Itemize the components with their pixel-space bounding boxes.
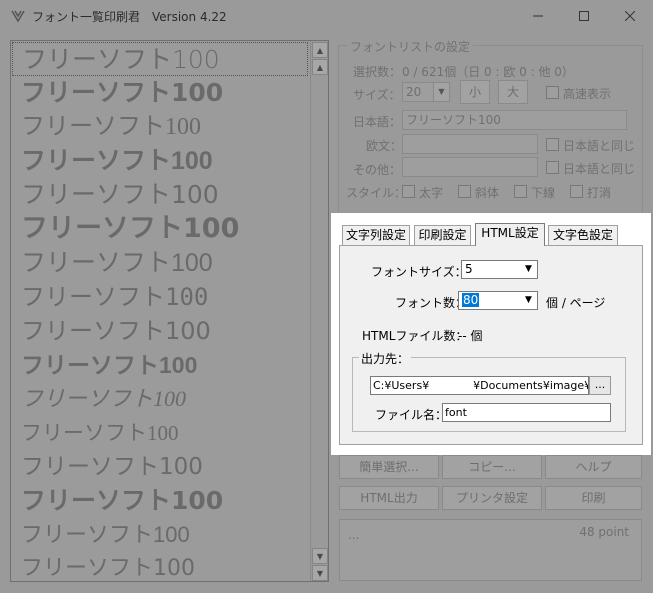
scroll-top-button[interactable]: ▲ xyxy=(312,42,328,58)
western-same-label: 日本語と同じ xyxy=(563,139,636,153)
scroll-up-icon: ▲ xyxy=(316,62,324,72)
font-preview-item[interactable]: フリーソフト100 xyxy=(21,416,311,450)
scroll-bottom-button[interactable]: ▼ xyxy=(312,565,328,581)
font-preview-item[interactable]: フリーソフト100 xyxy=(21,518,311,552)
font-preview-item[interactable]: フリーソフト100 xyxy=(21,382,311,416)
status-point-size: 48 point xyxy=(579,525,629,539)
bold-checkbox[interactable] xyxy=(402,185,415,198)
scroll-up-icon: ▲ xyxy=(316,45,324,55)
status-box: ... 48 point xyxy=(339,519,642,581)
scroll-down-button[interactable]: ▼ xyxy=(312,548,328,564)
underline-label: 下線 xyxy=(531,186,556,200)
font-preview-item[interactable]: フリーソフト100 xyxy=(21,178,311,212)
output-destination-legend: 出力先： xyxy=(359,350,412,367)
font-preview-item[interactable]: フリーソフト100 xyxy=(21,348,311,382)
output-destination-group: 出力先： C:¥Users¥ ¥Documents¥image¥html ...… xyxy=(352,350,626,432)
size-label: サイズ： xyxy=(353,88,401,102)
other-same-label: 日本語と同じ xyxy=(563,162,636,176)
font-preview-item[interactable]: フリーソフト100 xyxy=(21,212,311,246)
size-combo-value: 20 xyxy=(406,85,422,99)
strikeout-label: 打消 xyxy=(587,186,612,200)
font-size-value: 5 xyxy=(465,262,473,276)
selection-count-label: 選択数： xyxy=(353,65,402,79)
font-size-combo[interactable]: 5 ▼ xyxy=(461,260,538,279)
print-button[interactable]: 印刷 xyxy=(545,486,642,510)
maximize-icon xyxy=(579,11,589,21)
style-label: スタイル： xyxy=(346,186,407,200)
per-page-label: 個 / ページ xyxy=(546,296,606,310)
font-preview-item[interactable]: フリーソフト100 xyxy=(21,110,311,144)
html-file-count-value: -- 個 xyxy=(458,329,483,343)
font-preview-item[interactable]: フリーソフト100 xyxy=(21,280,311,314)
html-output-button[interactable]: HTML出力 xyxy=(339,486,439,510)
simple-select-button[interactable]: 簡単選択... xyxy=(339,455,439,479)
font-size-label: フォントサイズ： xyxy=(371,265,467,279)
other-text-field[interactable] xyxy=(402,157,538,177)
title-bar: フォント一覧印刷君 Version 4.22 xyxy=(0,0,653,32)
font-count-value: 80 xyxy=(462,293,480,307)
size-large-button[interactable]: 大 xyxy=(498,80,528,104)
font-preview-item[interactable]: フリーソフト100 xyxy=(21,144,311,178)
western-text-field[interactable] xyxy=(402,134,538,154)
minimize-button[interactable] xyxy=(515,0,561,32)
help-button[interactable]: ヘルプ xyxy=(545,455,642,479)
printer-settings-button[interactable]: プリンタ設定 xyxy=(442,486,542,510)
font-preview-list[interactable]: フリーソフト100 フリーソフト100 フリーソフト100 フリーソフト100 … xyxy=(10,40,329,582)
fast-display-label: 高速表示 xyxy=(563,87,612,101)
output-path-field[interactable]: C:¥Users¥ ¥Documents¥image¥html xyxy=(370,376,589,395)
html-file-count-label: HTMLファイル数： xyxy=(362,329,468,343)
font-preview-item[interactable]: フリーソフト100 xyxy=(21,450,311,484)
font-preview-item[interactable]: フリーソフト100 xyxy=(21,246,311,280)
strikeout-checkbox[interactable] xyxy=(570,185,583,198)
scroll-up-button[interactable]: ▲ xyxy=(312,59,328,75)
tab-html-settings[interactable]: HTML設定 xyxy=(475,223,545,246)
font-count-label: フォント数： xyxy=(395,296,468,310)
scroll-down-icon: ▼ xyxy=(316,568,324,578)
size-combo[interactable]: 20 ▼ xyxy=(402,82,450,102)
scroll-down-icon: ▼ xyxy=(316,551,324,561)
font-preview-item[interactable]: フリーソフト100 xyxy=(21,552,311,581)
fast-display-checkbox[interactable] xyxy=(546,86,559,99)
other-label: その他： xyxy=(353,163,402,177)
browse-button[interactable]: ... xyxy=(589,376,611,395)
japanese-text-field[interactable]: フリーソフト100 xyxy=(402,110,627,130)
file-name-label: ファイル名： xyxy=(375,408,448,422)
western-same-checkbox[interactable] xyxy=(546,138,559,151)
html-settings-page: フォントサイズ： 5 ▼ フォント数： 80 ▼ 個 / ページ HTMLファイ… xyxy=(339,245,643,445)
settings-tab-panel: 文字列設定 印刷設定 HTML設定 文字色設定 フォントサイズ： 5 ▼ フォン… xyxy=(331,213,651,455)
font-preview-item[interactable]: フリーソフト100 xyxy=(21,484,311,518)
app-icon xyxy=(11,10,25,23)
tab-text-color-settings[interactable]: 文字色設定 xyxy=(548,225,618,245)
tab-print-settings[interactable]: 印刷設定 xyxy=(414,225,471,245)
chevron-down-icon: ▼ xyxy=(433,83,449,101)
japanese-label: 日本語： xyxy=(353,115,402,129)
status-left-text: ... xyxy=(348,528,360,542)
italic-label: 斜体 xyxy=(475,186,500,200)
chevron-down-icon: ▼ xyxy=(525,264,532,274)
font-preview-item[interactable]: フリーソフト100 xyxy=(21,76,311,110)
maximize-button[interactable] xyxy=(561,0,607,32)
western-label: 欧文： xyxy=(366,139,403,153)
font-count-combo[interactable]: 80 ▼ xyxy=(458,291,538,310)
other-same-checkbox[interactable] xyxy=(546,161,559,174)
bold-label: 太字 xyxy=(419,186,444,200)
font-preview-item[interactable]: フリーソフト100 xyxy=(21,314,311,348)
minimize-icon xyxy=(533,15,543,17)
close-button[interactable] xyxy=(607,0,653,32)
size-small-button[interactable]: 小 xyxy=(460,80,490,104)
tab-string-settings[interactable]: 文字列設定 xyxy=(342,225,410,245)
copy-button[interactable]: コピー... xyxy=(442,455,542,479)
close-icon xyxy=(625,11,635,21)
font-preview-item[interactable]: フリーソフト100 xyxy=(12,42,308,76)
chevron-down-icon: ▼ xyxy=(525,295,532,305)
vertical-scrollbar[interactable]: ▲ ▲ ▼ ▼ xyxy=(310,41,328,581)
file-name-field[interactable]: font xyxy=(442,403,611,422)
window-title: フォント一覧印刷君 Version 4.22 xyxy=(32,10,227,24)
font-list-settings-legend: フォントリストの設定 xyxy=(347,38,474,55)
italic-checkbox[interactable] xyxy=(458,185,471,198)
selection-count-value: 0 / 621個（日 0 : 欧 0 : 他 0） xyxy=(402,65,574,79)
underline-checkbox[interactable] xyxy=(514,185,527,198)
